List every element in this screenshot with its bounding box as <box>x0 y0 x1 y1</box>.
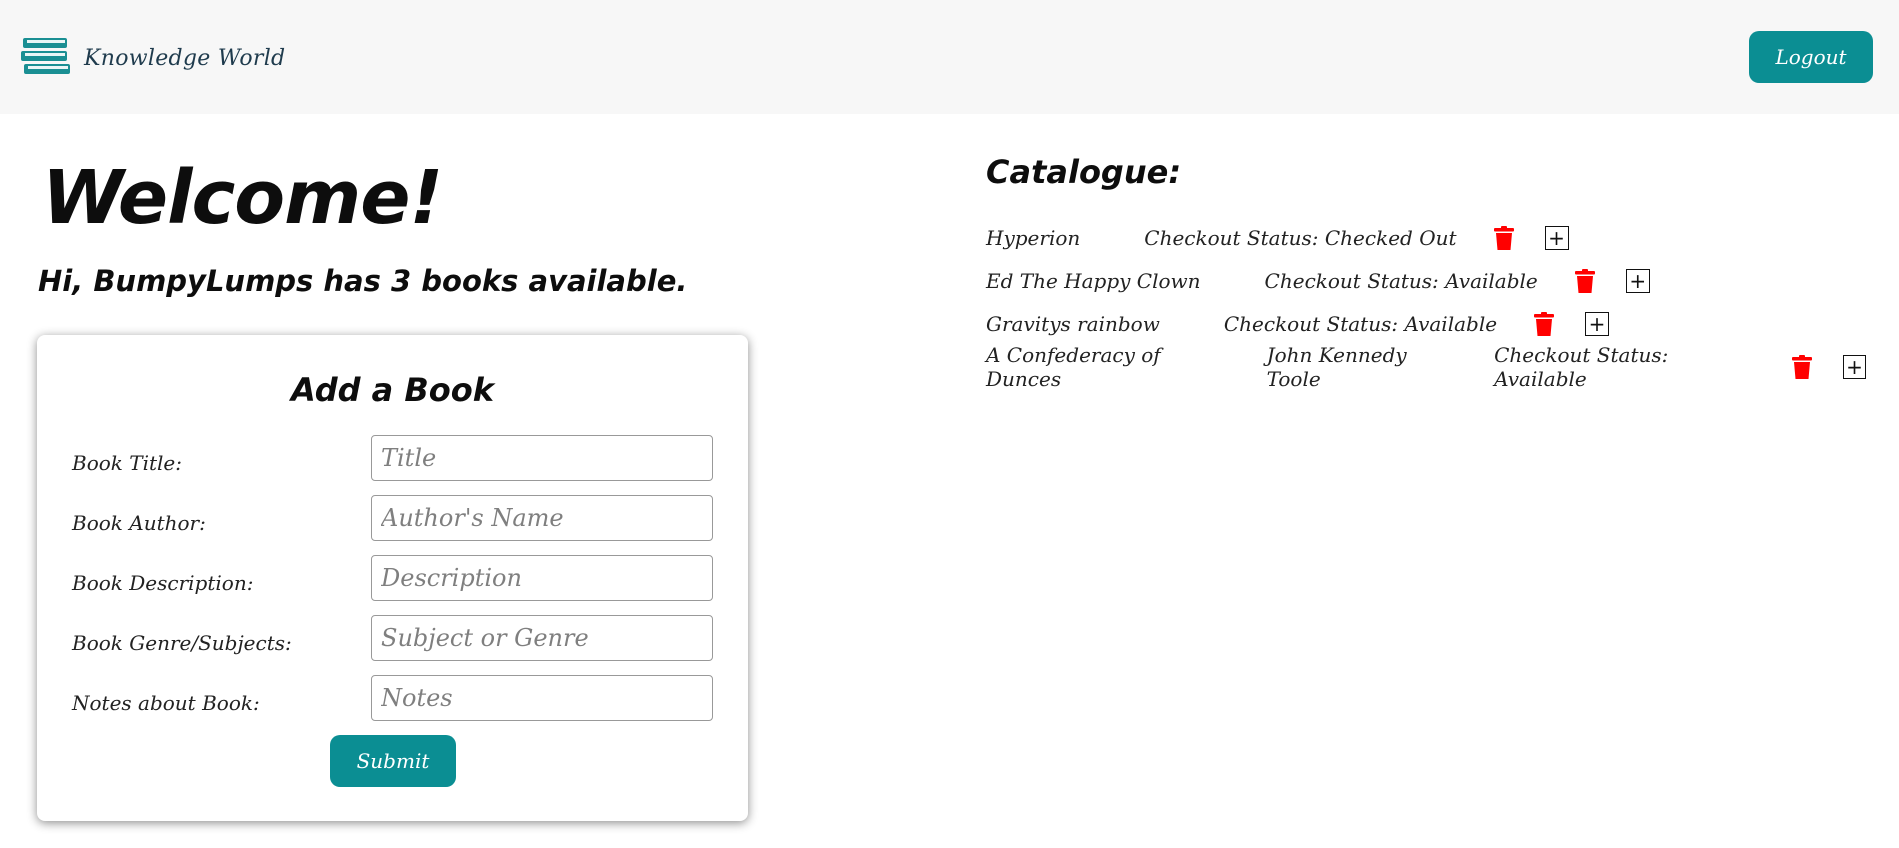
checkout-status: Checkout Status: Checked Out <box>1144 225 1457 250</box>
greeting-text: Hi, BumpyLumps has 3 books available. <box>38 264 688 298</box>
book-description-row: Book Description: <box>72 555 713 601</box>
plus-icon[interactable]: + <box>1625 268 1650 293</box>
book-description-label: Book Description: <box>72 571 254 595</box>
checkout-status: Checkout Status: Available <box>1494 342 1669 391</box>
logout-button[interactable]: Logout <box>1749 31 1873 83</box>
trash-icon[interactable] <box>1533 311 1555 336</box>
book-title: A Confederacy of Dunces <box>986 342 1161 391</box>
book-genre-label: Book Genre/Subjects: <box>72 631 292 655</box>
catalogue-item: Gravitys rainbow Checkout Status: Availa… <box>986 302 1866 345</box>
brand[interactable]: Knowledge World <box>20 34 285 82</box>
book-title: Hyperion <box>986 225 1081 250</box>
catalogue-list: Hyperion Checkout Status: Checked Out + … <box>986 216 1866 391</box>
book-notes-input[interactable] <box>371 675 713 721</box>
book-title: Ed The Happy Clown <box>986 268 1201 293</box>
book-author-label: Book Author: <box>72 511 206 535</box>
trash-icon[interactable] <box>1493 225 1515 250</box>
book-title: Gravitys rainbow <box>986 311 1160 336</box>
trash-icon[interactable] <box>1574 268 1596 293</box>
catalogue-title: Catalogue: <box>986 153 1182 191</box>
catalogue-item: Ed The Happy Clown Checkout Status: Avai… <box>986 259 1866 302</box>
checkout-status: Checkout Status: Available <box>1264 268 1538 293</box>
book-title-label: Book Title: <box>72 451 182 475</box>
book-notes-row: Notes about Book: <box>72 675 713 721</box>
book-genre-row: Book Genre/Subjects: <box>72 615 713 661</box>
book-title-input[interactable] <box>371 435 713 481</box>
book-description-input[interactable] <box>371 555 713 601</box>
plus-icon[interactable]: + <box>1544 225 1569 250</box>
book-genre-input[interactable] <box>371 615 713 661</box>
book-author-row: Book Author: <box>72 495 713 541</box>
books-stack-icon <box>20 34 72 82</box>
book-author-input[interactable] <box>371 495 713 541</box>
add-book-form: Add a Book Book Title: Book Author: Book… <box>37 335 748 821</box>
submit-button[interactable]: Submit <box>330 735 456 787</box>
form-title: Add a Book <box>290 371 495 409</box>
catalogue-item: A Confederacy of Dunces John Kennedy Too… <box>986 342 1866 391</box>
top-nav-bar: Knowledge World Logout <box>0 0 1899 114</box>
book-author: John Kennedy Toole <box>1266 342 1407 391</box>
trash-icon[interactable] <box>1791 354 1813 379</box>
plus-icon[interactable]: + <box>1843 354 1866 379</box>
catalogue-item: Hyperion Checkout Status: Checked Out + <box>986 216 1866 259</box>
brand-name: Knowledge World <box>84 45 286 71</box>
checkout-status: Checkout Status: Available <box>1223 311 1498 336</box>
welcome-heading: Welcome! <box>42 155 443 241</box>
book-title-row: Book Title: <box>72 435 713 481</box>
plus-icon[interactable]: + <box>1585 311 1610 336</box>
book-notes-label: Notes about Book: <box>72 691 260 715</box>
